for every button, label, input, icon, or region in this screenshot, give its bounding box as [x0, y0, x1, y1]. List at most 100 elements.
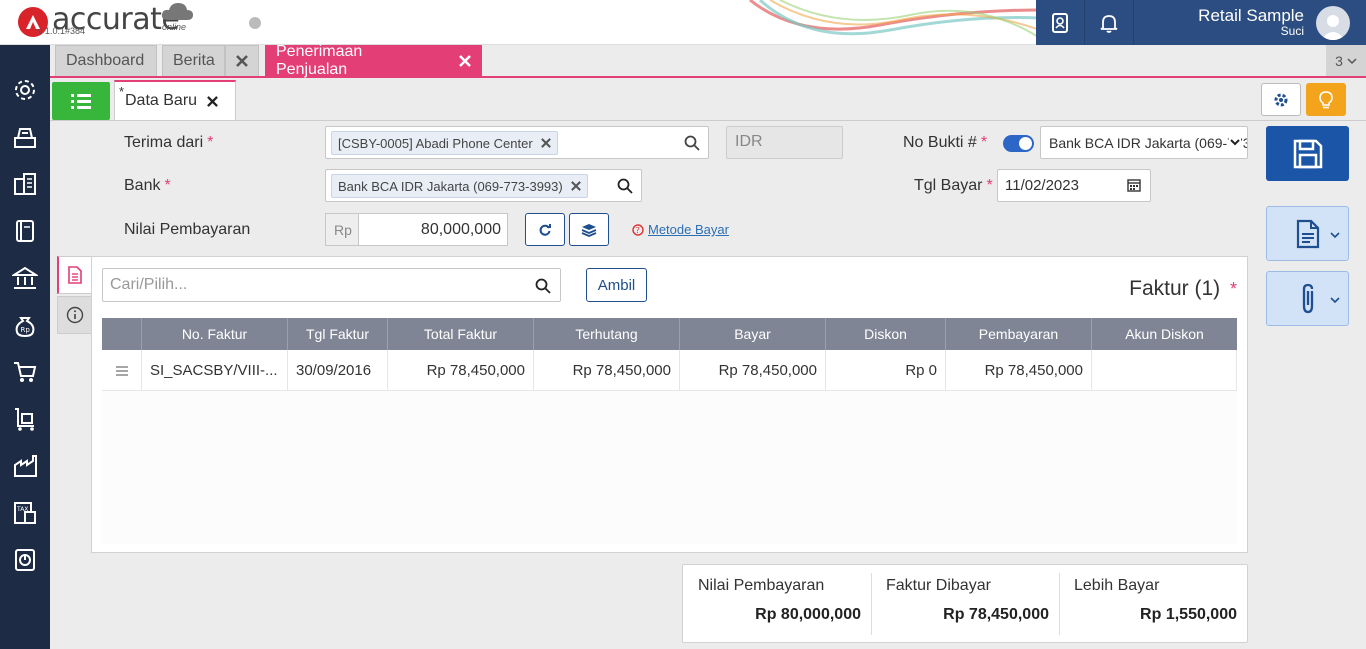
cell-tgl-faktur: 30/09/2016 [288, 350, 388, 391]
help-icon: ? [632, 223, 644, 236]
user-menu[interactable]: Retail Sample Suci [1134, 0, 1366, 45]
vtab-invoice-detail[interactable] [57, 256, 92, 294]
attachment-button[interactable] [1266, 271, 1349, 326]
sidebar-item-bank[interactable] [10, 263, 40, 293]
tips-button[interactable] [1306, 83, 1346, 116]
info-icon [66, 306, 83, 324]
remove-customer-button[interactable] [540, 138, 551, 148]
tab-penerimaan-penjualan[interactable]: Penerimaan Penjualan [265, 43, 448, 78]
invoice-panel: Cari/Pilih... Ambil Faktur (1) * No. Fak… [91, 256, 1248, 553]
sidebar-item-settings[interactable] [10, 75, 40, 105]
row-drag-handle[interactable] [102, 350, 142, 391]
tab-overflow-menu[interactable]: 3 [1326, 45, 1366, 76]
vtab-info[interactable] [57, 296, 92, 334]
cart-icon [14, 362, 37, 382]
subtab-close[interactable] [207, 95, 218, 107]
column-header-handle [102, 318, 142, 350]
tab-bar: Dashboard Berita Penerimaan Penjualan 3 [50, 43, 1366, 78]
close-icon [570, 181, 581, 191]
nilai-pembayaran-input[interactable]: 80,000,000 [358, 213, 508, 246]
summary-nilai-pembayaran: Nilai Pembayaran Rp 80,000,000 [683, 565, 871, 642]
column-header[interactable]: Diskon [826, 318, 946, 350]
sidebar-item-receivables[interactable]: Rp [10, 310, 40, 340]
contacts-button[interactable] [1036, 0, 1085, 45]
column-header[interactable]: Bayar [680, 318, 826, 350]
gear-icon [15, 80, 35, 100]
save-button[interactable] [1266, 126, 1349, 181]
company-name: Retail Sample [1198, 6, 1304, 25]
column-header[interactable]: Total Faktur [388, 318, 534, 350]
search-icon[interactable] [535, 278, 551, 294]
tab-berita[interactable]: Berita [162, 45, 225, 76]
avatar[interactable] [1316, 5, 1350, 40]
sidebar-item-reports[interactable] [10, 545, 40, 575]
settings-button[interactable] [1261, 83, 1301, 116]
ambil-button[interactable]: Ambil [586, 268, 647, 302]
cloud-icon [161, 3, 193, 20]
document-icon [1296, 219, 1319, 248]
invoice-search-input[interactable]: Cari/Pilih... [102, 268, 561, 302]
subtab-data-baru[interactable]: * Data Baru [114, 80, 236, 120]
close-icon [459, 55, 471, 67]
customer-search-button[interactable] [684, 135, 700, 151]
summary-value: Rp 1,550,000 [1140, 606, 1237, 623]
table-row[interactable]: SI_SACSBY/VIII-... 30/09/2016 Rp 78,450,… [102, 350, 1237, 391]
sidebar-item-purchase[interactable] [10, 404, 40, 434]
no-bukti-select[interactable]: Bank BCA IDR Jakarta (069-773-3993) [1040, 126, 1248, 159]
tax-icon: TAX [14, 502, 36, 524]
summary-value: Rp 78,450,000 [943, 606, 1049, 623]
summary-label: Lebih Bayar [1074, 577, 1160, 594]
invoice-table: No. Faktur Tgl Faktur Total Faktur Terhu… [102, 318, 1237, 544]
save-icon [1293, 139, 1322, 168]
bank-chip: Bank BCA IDR Jakarta (069-773-3993) [331, 174, 588, 198]
print-document-button[interactable] [1266, 206, 1349, 261]
column-header[interactable]: Akun Diskon [1092, 318, 1237, 350]
recalculate-button[interactable] [525, 213, 565, 246]
column-header[interactable]: Pembayaran [946, 318, 1092, 350]
summary-faktur-dibayar: Faktur Dibayar Rp 78,450,000 [871, 565, 1059, 642]
tab-dashboard[interactable]: Dashboard [55, 45, 157, 76]
trolley-icon [15, 408, 34, 431]
auto-number-toggle[interactable] [1003, 135, 1034, 152]
tab-label: Penerimaan Penjualan [276, 43, 363, 78]
svg-text:TAX: TAX [16, 506, 28, 513]
notifications-button[interactable] [1085, 0, 1134, 45]
sidebar-item-sales[interactable] [10, 357, 40, 387]
sidebar-item-ledger[interactable] [10, 216, 40, 246]
tab-berita-close[interactable] [225, 45, 259, 76]
metode-bayar-link[interactable]: ? Metode Bayar [632, 222, 729, 237]
report-chart-icon [15, 549, 35, 571]
sidebar: Rp TAX [0, 45, 50, 649]
bank-search-button[interactable] [617, 178, 633, 194]
chevron-down-icon [1330, 296, 1340, 304]
calendar-icon[interactable] [1127, 178, 1141, 192]
terima-dari-field[interactable]: [CSBY-0005] Abadi Phone Center [325, 126, 709, 159]
summary-lebih-bayar: Lebih Bayar Rp 1,550,000 [1059, 565, 1247, 642]
refresh-icon [539, 223, 551, 236]
payment-method-layers-button[interactable] [569, 213, 609, 246]
gear-icon [1274, 93, 1288, 106]
payment-summary: Nilai Pembayaran Rp 80,000,000 Faktur Di… [682, 564, 1248, 643]
list-view-button[interactable] [52, 82, 110, 120]
column-header[interactable]: No. Faktur [142, 318, 288, 350]
remove-bank-button[interactable] [570, 181, 581, 191]
sidebar-item-inventory[interactable] [10, 451, 40, 481]
sidebar-item-company[interactable] [10, 169, 40, 199]
sidebar-item-cashier[interactable] [10, 122, 40, 152]
column-header[interactable]: Tgl Faktur [288, 318, 388, 350]
chevron-down-icon [1229, 136, 1241, 148]
sidebar-item-tax[interactable]: TAX [10, 498, 40, 528]
list-icon [71, 94, 91, 109]
cell-terhutang: Rp 78,450,000 [534, 350, 680, 391]
bank-field[interactable]: Bank BCA IDR Jakarta (069-773-3993) [325, 169, 642, 202]
cell-diskon: Rp 0 [826, 350, 946, 391]
header-actions: Retail Sample Suci [1036, 0, 1366, 45]
svg-text:?: ? [636, 226, 640, 235]
cell-akun-diskon [1092, 350, 1237, 391]
tgl-bayar-field[interactable]: 11/02/2023 [997, 169, 1151, 202]
nilai-pembayaran-label: Nilai Pembayaran [124, 221, 251, 238]
svg-text:Rp: Rp [21, 326, 31, 334]
column-header[interactable]: Terhutang [534, 318, 680, 350]
user-name: Suci [1280, 24, 1304, 38]
tab-penerimaan-close[interactable] [448, 45, 482, 76]
